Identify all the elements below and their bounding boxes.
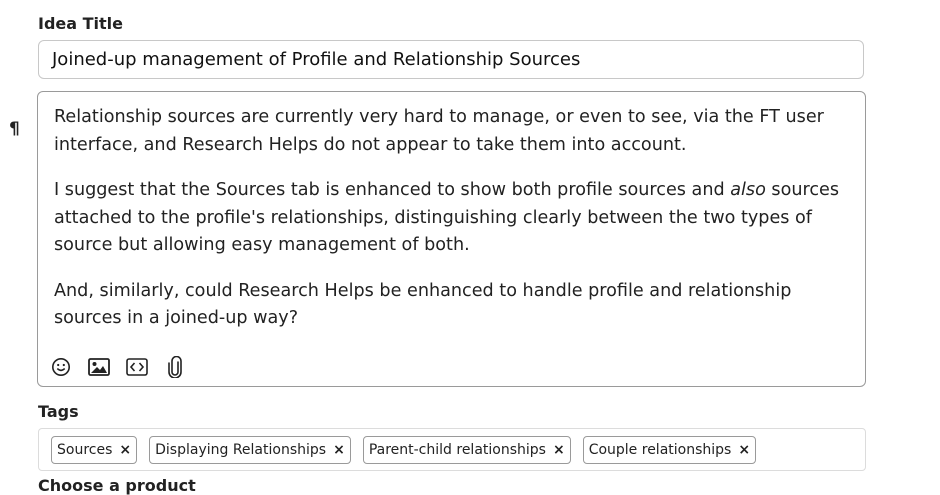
tag-chip: Parent-child relationships ×: [362, 435, 571, 464]
paragraph-mark-icon[interactable]: ¶: [9, 119, 20, 139]
tag-chip: Displaying Relationships ×: [149, 435, 351, 464]
tags-box[interactable]: Sources × Displaying Relationships × Paren…: [38, 428, 866, 471]
emoji-icon[interactable]: [48, 354, 74, 380]
tag-chip: Couple relationships ×: [582, 435, 757, 464]
tag-remove-icon[interactable]: ×: [333, 442, 345, 458]
tag-label: Sources: [57, 441, 113, 458]
idea-title-label: Idea Title: [38, 14, 124, 33]
tag-label: Couple relationships: [588, 441, 732, 458]
next-section-label: Choose a product: [38, 476, 196, 495]
tag-remove-icon[interactable]: ×: [553, 442, 565, 458]
tag-label: Displaying Relationships: [155, 441, 327, 458]
tag-chip: Sources ×: [51, 435, 138, 464]
tag-label: Parent-child relationships: [368, 441, 546, 458]
code-icon[interactable]: [124, 354, 150, 380]
tag-remove-icon[interactable]: ×: [738, 442, 750, 458]
image-icon[interactable]: [86, 354, 112, 380]
editor-paragraph: And, similarly, could Research Helps be …: [54, 280, 792, 329]
idea-title-input[interactable]: Joined-up management of Profile and Rela…: [38, 40, 864, 79]
tag-remove-icon[interactable]: ×: [119, 442, 131, 458]
editor-toolbar: [48, 354, 188, 380]
attachment-icon[interactable]: [162, 354, 188, 380]
description-editor[interactable]: Relationship sources are currently very …: [37, 91, 866, 387]
editor-body[interactable]: Relationship sources are currently very …: [54, 104, 846, 351]
editor-paragraph: Relationship sources are currently very …: [54, 107, 824, 155]
tags-label: Tags: [38, 402, 79, 421]
editor-paragraph: I suggest that the Sources tab is enhanc…: [54, 180, 840, 255]
